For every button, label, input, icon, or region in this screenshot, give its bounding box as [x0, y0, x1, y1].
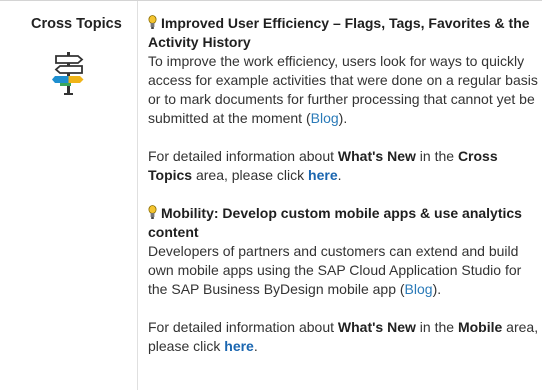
section-user-efficiency: Improved User Efficiency – Flags, Tags, …	[148, 14, 540, 185]
details-line: For detailed information about What's Ne…	[148, 319, 539, 354]
section-title-text: Mobility: Develop custom mobile apps & u…	[148, 205, 522, 240]
here-link[interactable]: here	[224, 338, 254, 354]
section-title: Improved User Efficiency – Flags, Tags, …	[148, 14, 540, 52]
signpost-icon	[52, 52, 84, 95]
description-cell: Improved User Efficiency – Flags, Tags, …	[148, 14, 540, 356]
lightbulb-icon	[148, 205, 157, 219]
whats-new-label: What's New	[337, 148, 416, 164]
area-label: Mobile	[457, 319, 503, 335]
section-body: Developers of partners and customers can…	[148, 243, 522, 297]
here-link[interactable]: here	[308, 167, 338, 183]
topic-cell: Cross Topics	[0, 1, 138, 390]
section-title-text: Improved User Efficiency – Flags, Tags, …	[148, 15, 530, 50]
section-title: Mobility: Develop custom mobile apps & u…	[148, 204, 540, 242]
blog-link[interactable]: Blog	[311, 110, 339, 126]
blog-link[interactable]: Blog	[405, 281, 433, 297]
content-table: Cross Topics Improved User Efficiency – …	[0, 0, 542, 390]
lightbulb-icon	[148, 15, 157, 29]
section-body: To improve the work efficiency, users lo…	[148, 53, 538, 126]
topic-label: Cross Topics	[31, 16, 122, 32]
details-line: For detailed information about What's Ne…	[148, 148, 498, 183]
section-mobility: Mobility: Develop custom mobile apps & u…	[148, 204, 540, 356]
whats-new-label: What's New	[337, 319, 416, 335]
